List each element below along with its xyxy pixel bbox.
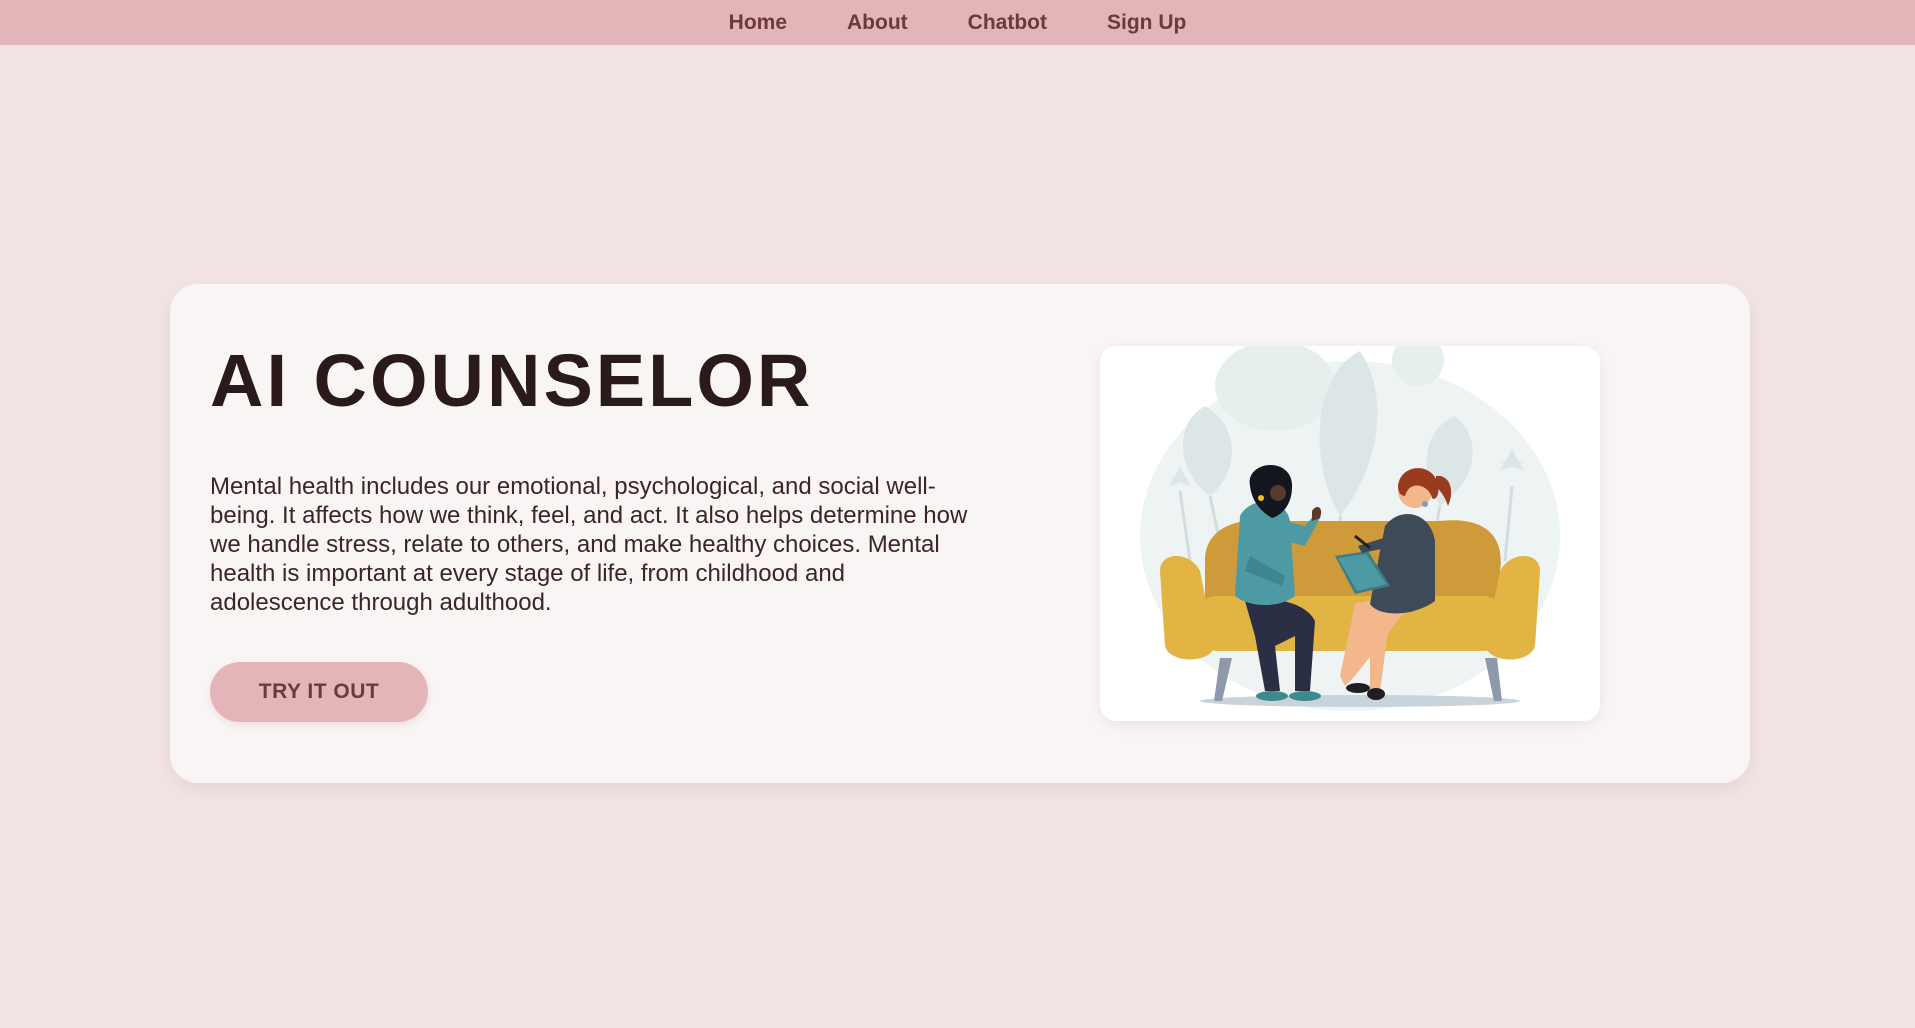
try-it-out-button[interactable]: TRY IT OUT bbox=[210, 662, 428, 722]
hero-card: AI COUNSELOR Mental health includes our … bbox=[170, 284, 1750, 783]
nav-link-chatbot[interactable]: Chatbot bbox=[938, 11, 1077, 35]
counseling-illustration bbox=[1100, 346, 1600, 721]
page-title: AI COUNSELOR bbox=[210, 339, 814, 422]
top-navbar: Home About Chatbot Sign Up bbox=[0, 0, 1915, 45]
nav-link-home[interactable]: Home bbox=[699, 11, 817, 35]
nav-link-about[interactable]: About bbox=[817, 11, 938, 35]
nav-link-sign-up[interactable]: Sign Up bbox=[1077, 11, 1216, 35]
counseling-session-illustration-icon bbox=[1140, 346, 1560, 711]
hero-description: Mental health includes our emotional, ps… bbox=[210, 473, 968, 616]
